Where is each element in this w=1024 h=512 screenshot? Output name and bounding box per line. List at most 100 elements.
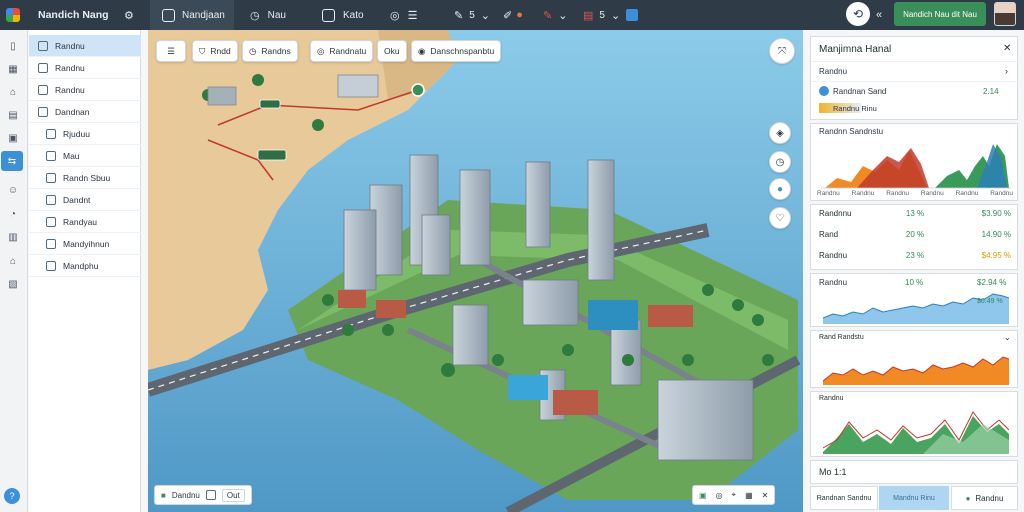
- chart-title: Rand Randstu: [819, 334, 864, 341]
- report-icon[interactable]: ▧: [6, 277, 20, 291]
- bar-area-chart: [821, 144, 1011, 189]
- grid-icon[interactable]: ▣: [6, 131, 20, 145]
- orange-area-chart: [823, 356, 1009, 385]
- menu-icon: ☰: [167, 45, 175, 56]
- layer-icon: [38, 40, 48, 51]
- map-icon[interactable]: ▣: [699, 491, 707, 500]
- layers-icon[interactable]: ▦: [6, 62, 20, 76]
- icon-rail: ▯ ▦ ⌂ ▤ ▣ ⇆ ☺ ◔ ▥ ⌂ ▧ ?: [0, 30, 28, 512]
- chevron-right-icon[interactable]: ›: [1005, 66, 1008, 76]
- tab-nau[interactable]: ◷ Nau: [250, 0, 286, 30]
- close-icon[interactable]: ✕: [762, 491, 769, 500]
- table-icon[interactable]: ▥: [6, 230, 20, 244]
- close-icon[interactable]: ✕: [1003, 43, 1011, 54]
- tab-nandjaan[interactable]: Nandjaan: [150, 0, 234, 30]
- table-row[interactable]: Rand 20 % 14.90 %: [819, 230, 1011, 239]
- table-row[interactable]: Randnu 23 % $4.95 %: [819, 251, 1011, 260]
- sidebar-item[interactable]: Dandnt: [29, 189, 141, 211]
- chevron-down-icon[interactable]: ⌄: [1004, 333, 1011, 342]
- layer-toggle-icon[interactable]: [205, 490, 216, 500]
- highlighter-icon: ✎: [543, 9, 553, 22]
- help-icon[interactable]: ?: [4, 488, 20, 504]
- layers-button[interactable]: ◈: [769, 122, 791, 144]
- home-icon[interactable]: ⌂: [6, 254, 20, 268]
- fullscreen-button[interactable]: ⤧: [769, 38, 795, 64]
- map-chip[interactable]: ◎ Randnatu: [310, 40, 374, 62]
- sidebar-item[interactable]: Rjuduu: [29, 123, 141, 145]
- bar-chart-card: Randnn Sandnstu Randnu Randnu Randnu Ran…: [810, 123, 1018, 201]
- export-icon: [626, 9, 638, 21]
- pen-icon: ✎: [454, 9, 464, 22]
- target-icon[interactable]: ◎: [716, 491, 723, 500]
- city-map-illustration: [148, 30, 803, 512]
- footer-action-button[interactable]: ● Randnu: [951, 486, 1018, 510]
- sidebar-item[interactable]: Randn Sbuu: [29, 167, 141, 189]
- sidebar-item[interactable]: Randnu: [29, 79, 141, 101]
- chart-x-labels: Randnu Randnu Randnu Randnu Randnu Randn…: [817, 190, 1013, 197]
- pen-tool[interactable]: ✎ 5 ⌄: [454, 0, 490, 30]
- brush-tool[interactable]: ✐ ●: [503, 0, 523, 30]
- compass-button[interactable]: ◷: [769, 151, 791, 173]
- stat-dot-icon: [819, 86, 829, 96]
- history-icon: ⟲: [852, 7, 864, 21]
- people-icon[interactable]: ☺: [6, 183, 20, 197]
- primary-action-button[interactable]: Nandich Nau dit Nau: [894, 2, 986, 26]
- scale-label: Mo 1:1: [819, 467, 847, 477]
- sliders-icon[interactable]: ⇆: [1, 151, 23, 171]
- panel-title: Manjimna Hanal: [819, 44, 892, 55]
- avatar[interactable]: [994, 2, 1016, 26]
- sidebar-item[interactable]: Dandnan: [29, 101, 141, 123]
- target-icon: ◎: [317, 45, 325, 56]
- sidebar-item[interactable]: Randnu: [29, 57, 141, 79]
- green-area-chart: [823, 411, 1009, 454]
- gauge-icon[interactable]: ◔: [6, 207, 20, 221]
- clipboard-icon[interactable]: ▤: [6, 108, 20, 122]
- sidebar-item[interactable]: Mau: [29, 145, 141, 167]
- list-tools[interactable]: ◎ ☰: [390, 0, 417, 30]
- map-menu-button[interactable]: ☰: [156, 40, 186, 62]
- status-icon: ■: [161, 490, 166, 500]
- export-button[interactable]: [626, 0, 638, 30]
- tab-mandnu-rinu[interactable]: Mandnu Rinu: [879, 486, 949, 510]
- layers-icon: ◈: [776, 127, 784, 139]
- sidebar-item[interactable]: Randnu: [29, 35, 141, 57]
- sidebar-item[interactable]: Mandphu: [29, 255, 141, 277]
- layer-icon: [46, 260, 56, 271]
- panel-footer-card: Mo 1:1: [810, 460, 1018, 484]
- map-chip[interactable]: ⛉ Rndd: [192, 40, 238, 62]
- locate-button[interactable]: ●: [769, 178, 791, 200]
- tab-randnan-sandnu[interactable]: Randnan Sandnu: [810, 486, 878, 510]
- layer-icon: [46, 238, 56, 249]
- chart-title: Randnu: [819, 278, 848, 287]
- map-chip[interactable]: ◉ Danschnspanbtu: [411, 40, 502, 62]
- chart-title: Randnn Sandnstu: [819, 127, 884, 136]
- collapse-icon[interactable]: «: [876, 0, 882, 30]
- pin-icon[interactable]: ⌖: [732, 490, 737, 500]
- chart-pct: 10 %: [905, 278, 924, 287]
- layer-icon: [46, 128, 56, 139]
- favorite-button[interactable]: ♡: [769, 207, 791, 229]
- settings-icon[interactable]: ⚙: [124, 0, 134, 30]
- panel-subtitle: Randnu: [819, 67, 848, 76]
- history-button[interactable]: ⟲: [846, 2, 870, 26]
- map-canvas[interactable]: ☰ ⛉ Rndd ◷ Randns ◎ Randnatu Oku ◉ Dansc…: [148, 30, 803, 512]
- map-chip[interactable]: ◷ Randns: [242, 40, 298, 62]
- file-icon[interactable]: ▯: [6, 39, 20, 53]
- list-icon: ☰: [407, 9, 418, 22]
- grid-icon[interactable]: ▦: [745, 491, 753, 500]
- app-logo: [6, 0, 20, 30]
- sidebar-item[interactable]: Randyau: [29, 211, 141, 233]
- flag-tool[interactable]: ▤ 5 ⌄: [583, 0, 620, 30]
- tab-kato[interactable]: Kato: [322, 0, 364, 30]
- building-icon[interactable]: ⌂: [6, 85, 20, 99]
- map-chip[interactable]: Oku: [377, 40, 407, 62]
- map-zoom-tools[interactable]: ▣ ◎ ⌖ ▦ ✕: [692, 485, 776, 505]
- table-row[interactable]: Randnnu 13 % $3.90 %: [819, 209, 1011, 218]
- map-out-button[interactable]: Out: [221, 488, 245, 502]
- clock-icon: ◷: [249, 45, 257, 56]
- layer-icon: [38, 84, 48, 95]
- sidebar-nav: Randnu Randnu Randnu Dandnan Rjuduu Mau …: [29, 30, 141, 512]
- sidebar-item[interactable]: Mandyihnun: [29, 233, 141, 255]
- area-chart-card: Randnu 10 % $2.94 % $0.49 %: [810, 273, 1018, 327]
- highlight-tool[interactable]: ✎ ⌄: [543, 0, 567, 30]
